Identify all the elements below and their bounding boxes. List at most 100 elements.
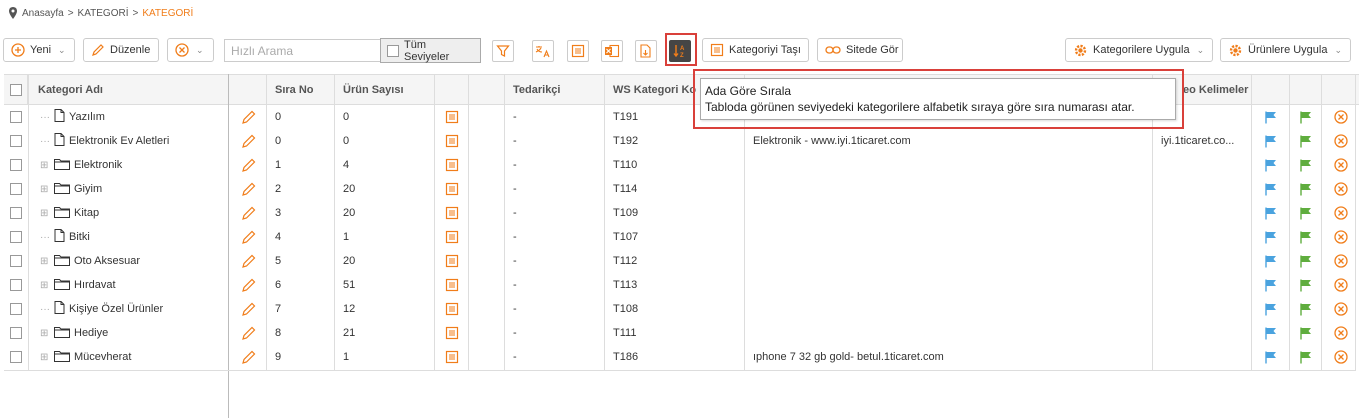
all-levels-toggle[interactable]: Tüm Seviyeler xyxy=(380,38,481,63)
row-checkbox[interactable] xyxy=(10,303,22,315)
details-button[interactable] xyxy=(435,225,469,249)
move-category-button[interactable]: Kategoriyi Taşı xyxy=(702,38,809,62)
table-row[interactable]: ⊞ Kitap 3 20 - T109 xyxy=(4,201,1359,225)
search-input[interactable] xyxy=(224,39,381,62)
details-button[interactable] xyxy=(435,201,469,225)
green-flag-button[interactable] xyxy=(1290,297,1322,321)
translate-button[interactable] xyxy=(532,40,554,62)
green-flag-button[interactable] xyxy=(1290,225,1322,249)
details-button[interactable] xyxy=(435,129,469,153)
category-name-cell[interactable]: ⊞ Hediye xyxy=(28,321,229,345)
delete-row-button[interactable] xyxy=(1322,177,1359,201)
delete-dropdown-button[interactable]: ⌄ xyxy=(167,38,214,62)
table-row[interactable]: ⊞ Giyim 2 20 - T114 xyxy=(4,177,1359,201)
row-checkbox[interactable] xyxy=(10,327,22,339)
green-flag-button[interactable] xyxy=(1290,129,1322,153)
select-all-checkbox[interactable] xyxy=(9,83,22,96)
edit-row-button[interactable] xyxy=(229,321,267,345)
edit-row-button[interactable] xyxy=(229,345,267,369)
header-category-name[interactable]: Kategori Adı xyxy=(28,75,229,104)
blue-flag-button[interactable] xyxy=(1252,297,1290,321)
view-on-site-button[interactable]: Sitede Gör xyxy=(817,38,903,62)
new-button[interactable]: Yeni ⌄ xyxy=(3,38,75,62)
tree-expand-icon[interactable]: ⊞ xyxy=(40,184,54,195)
delete-row-button[interactable] xyxy=(1322,249,1359,273)
category-name-cell[interactable]: ⊞ Kitap xyxy=(28,201,229,225)
table-row[interactable]: ⊞ Hediye 8 21 - T111 xyxy=(4,321,1359,345)
header-product-count[interactable]: Ürün Sayısı xyxy=(335,75,435,104)
row-checkbox[interactable] xyxy=(10,111,22,123)
delete-row-button[interactable] xyxy=(1322,297,1359,321)
edit-row-button[interactable] xyxy=(229,153,267,177)
delete-row-button[interactable] xyxy=(1322,225,1359,249)
delete-row-button[interactable] xyxy=(1322,273,1359,297)
delete-row-button[interactable] xyxy=(1322,105,1359,129)
green-flag-button[interactable] xyxy=(1290,321,1322,345)
breadcrumb-level1[interactable]: KATEGORİ xyxy=(78,8,129,19)
category-name-cell[interactable]: ⊞ Elektronik xyxy=(28,153,229,177)
list-button[interactable] xyxy=(567,40,589,62)
category-name-cell[interactable]: ··· Bitki xyxy=(28,225,229,249)
edit-row-button[interactable] xyxy=(229,225,267,249)
tree-expand-icon[interactable]: ⊞ xyxy=(40,208,54,219)
table-row[interactable]: ··· Elektronik Ev Aletleri 0 0 - T192 Elektron… xyxy=(4,129,1359,153)
row-checkbox[interactable] xyxy=(10,183,22,195)
details-button[interactable] xyxy=(435,273,469,297)
green-flag-button[interactable] xyxy=(1290,105,1322,129)
edit-button[interactable]: Düzenle xyxy=(83,38,159,62)
edit-row-button[interactable] xyxy=(229,201,267,225)
delete-row-button[interactable] xyxy=(1322,201,1359,225)
edit-row-button[interactable] xyxy=(229,273,267,297)
row-checkbox[interactable] xyxy=(10,159,22,171)
edit-row-button[interactable] xyxy=(229,129,267,153)
green-flag-button[interactable] xyxy=(1290,201,1322,225)
blue-flag-button[interactable] xyxy=(1252,345,1290,369)
green-flag-button[interactable] xyxy=(1290,249,1322,273)
blue-flag-button[interactable] xyxy=(1252,225,1290,249)
row-checkbox[interactable] xyxy=(10,135,22,147)
green-flag-button[interactable] xyxy=(1290,153,1322,177)
blue-flag-button[interactable] xyxy=(1252,153,1290,177)
breadcrumb-home[interactable]: Anasayfa xyxy=(22,8,64,19)
blue-flag-button[interactable] xyxy=(1252,201,1290,225)
category-name-cell[interactable]: ··· Yazılım xyxy=(28,105,229,129)
edit-row-button[interactable] xyxy=(229,177,267,201)
filter-button[interactable] xyxy=(492,40,514,62)
tree-expand-icon[interactable]: ⊞ xyxy=(40,280,54,291)
category-name-cell[interactable]: ··· Kişiye Özel Ürünler xyxy=(28,297,229,321)
row-checkbox[interactable] xyxy=(10,279,22,291)
blue-flag-button[interactable] xyxy=(1252,129,1290,153)
apply-to-products-button[interactable]: Ürünlere Uygula ⌄ xyxy=(1220,38,1351,62)
green-flag-button[interactable] xyxy=(1290,345,1322,369)
table-row[interactable]: ⊞ Oto Aksesuar 5 20 - T112 xyxy=(4,249,1359,273)
table-row[interactable]: ··· Kişiye Özel Ürünler 7 12 - T108 xyxy=(4,297,1359,321)
details-button[interactable] xyxy=(435,297,469,321)
table-row[interactable]: ⊞ Mücevherat 9 1 - T186 ıphone 7 32 gb gold- b… xyxy=(4,345,1359,369)
row-checkbox[interactable] xyxy=(10,207,22,219)
blue-flag-button[interactable] xyxy=(1252,249,1290,273)
table-row[interactable]: ⊞ Hırdavat 6 51 - T113 xyxy=(4,273,1359,297)
delete-row-button[interactable] xyxy=(1322,345,1359,369)
green-flag-button[interactable] xyxy=(1290,177,1322,201)
details-button[interactable] xyxy=(435,153,469,177)
row-checkbox[interactable] xyxy=(10,255,22,267)
details-button[interactable] xyxy=(435,177,469,201)
apply-to-categories-button[interactable]: Kategorilere Uygula ⌄ xyxy=(1065,38,1213,62)
table-row[interactable]: ⊞ Elektronik 1 4 - T110 xyxy=(4,153,1359,177)
blue-flag-button[interactable] xyxy=(1252,273,1290,297)
tree-expand-icon[interactable]: ⊞ xyxy=(40,256,54,267)
row-checkbox[interactable] xyxy=(10,231,22,243)
green-flag-button[interactable] xyxy=(1290,273,1322,297)
header-supplier[interactable]: Tedarikçi xyxy=(505,75,605,104)
tree-expand-icon[interactable]: ⊞ xyxy=(40,328,54,339)
details-button[interactable] xyxy=(435,345,469,369)
all-levels-checkbox[interactable] xyxy=(387,44,399,57)
category-name-cell[interactable]: ⊞ Mücevherat xyxy=(28,345,229,369)
details-button[interactable] xyxy=(435,249,469,273)
tree-expand-icon[interactable]: ⊞ xyxy=(40,352,54,363)
row-checkbox[interactable] xyxy=(10,351,22,363)
details-button[interactable] xyxy=(435,105,469,129)
header-order[interactable]: Sıra No xyxy=(267,75,335,104)
edit-row-button[interactable] xyxy=(229,249,267,273)
delete-row-button[interactable] xyxy=(1322,321,1359,345)
